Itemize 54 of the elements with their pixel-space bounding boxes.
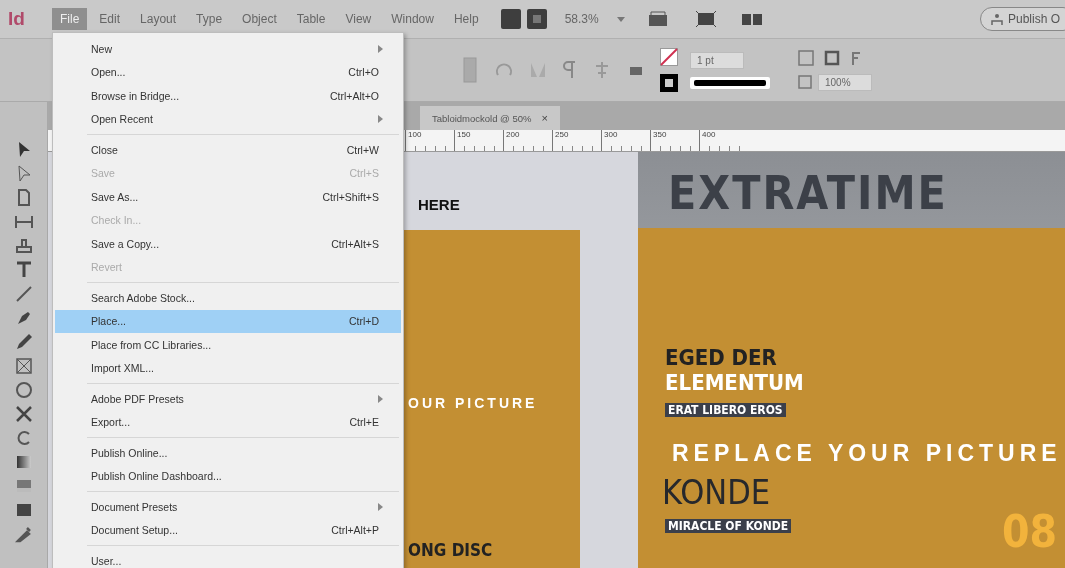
menu-item[interactable]: Import XML...	[55, 356, 401, 380]
rectangle-frame-tool-icon[interactable]	[13, 356, 34, 376]
menu-item[interactable]: Window	[383, 8, 442, 30]
stroke-weight-field[interactable]: 1 pt	[690, 51, 744, 69]
subheading: MIRACLE OF KONDE	[665, 519, 792, 533]
menu-item[interactable]: Adobe PDF Presets	[55, 387, 401, 411]
menu-item[interactable]: Save As... Ctrl+Shift+S	[55, 185, 401, 209]
menu-item[interactable]: Close Ctrl+W	[55, 138, 401, 162]
heading: ONG DISC	[408, 540, 493, 560]
picture-placeholder-text: REPLACE YOUR PICTURE	[672, 440, 1062, 467]
ellipse-tool-icon[interactable]	[13, 380, 34, 400]
menu-item[interactable]: Browse in Bridge... Ctrl+Alt+O	[55, 84, 401, 108]
opacity-icon	[798, 75, 812, 89]
app-logo: Id	[8, 8, 26, 30]
heading: HERE	[418, 196, 460, 213]
stroke-type-dropdown[interactable]	[690, 76, 770, 89]
menu-item[interactable]: User...	[55, 549, 401, 568]
publish-online-button[interactable]: Publish O	[979, 7, 1065, 31]
content-collector-icon[interactable]	[13, 236, 34, 256]
stroke-swatch-icon[interactable]	[660, 74, 678, 92]
menu-item[interactable]: Open... Ctrl+O	[55, 60, 401, 84]
menu-item[interactable]: Object	[234, 8, 285, 30]
menu-item[interactable]: Publish Online Dashboard...	[55, 464, 401, 488]
opacity-field[interactable]: 100%	[818, 73, 872, 91]
arrange-documents-icon[interactable]	[740, 12, 765, 26]
headline: EGED DER	[665, 345, 777, 370]
menu-item[interactable]: Table	[288, 8, 334, 30]
menu-item[interactable]: Type	[188, 8, 231, 30]
menu-item[interactable]: Help	[445, 8, 487, 30]
caret-icon[interactable]	[616, 16, 625, 22]
screen-mode-icon[interactable]	[694, 11, 719, 27]
menu-item[interactable]: Edit	[91, 8, 129, 30]
subheading: ERAT LIBERO EROS	[665, 403, 786, 417]
document-tab[interactable]: Tabloidmockold @ 50% ×	[420, 106, 560, 130]
picture-placeholder-text: OUR PICTURE	[408, 395, 538, 411]
zoom-level[interactable]: 58.3%	[564, 12, 599, 26]
frame-icon[interactable]	[824, 49, 840, 66]
menu-item[interactable]: Document Setup... Ctrl+Alt+P	[55, 518, 401, 542]
menu-item[interactable]: View	[337, 8, 380, 30]
menu-item[interactable]: New	[55, 37, 401, 61]
menu-item[interactable]: Place from CC Libraries...	[55, 333, 401, 357]
menu-item[interactable]: Document Presets	[55, 495, 401, 519]
masthead-title: EXTRATIME	[668, 166, 948, 220]
headline: ELEMENTUM	[665, 370, 804, 395]
menu-item[interactable]: Open Recent	[55, 107, 401, 131]
menu-item[interactable]: Save a Copy... Ctrl+Alt+S	[55, 232, 401, 256]
menu-item[interactable]: Layout	[132, 8, 185, 30]
menu-item[interactable]: Export... Ctrl+E	[55, 410, 401, 434]
menu-item[interactable]: Place... Ctrl+D	[55, 309, 401, 333]
menu-item[interactable]: Search Adobe Stock...	[55, 286, 401, 310]
menu-item[interactable]: Publish Online...	[55, 441, 401, 465]
share-icon	[990, 13, 1003, 25]
fill-none-swatch-icon[interactable]	[660, 48, 678, 66]
headline: KONDE	[662, 472, 771, 512]
